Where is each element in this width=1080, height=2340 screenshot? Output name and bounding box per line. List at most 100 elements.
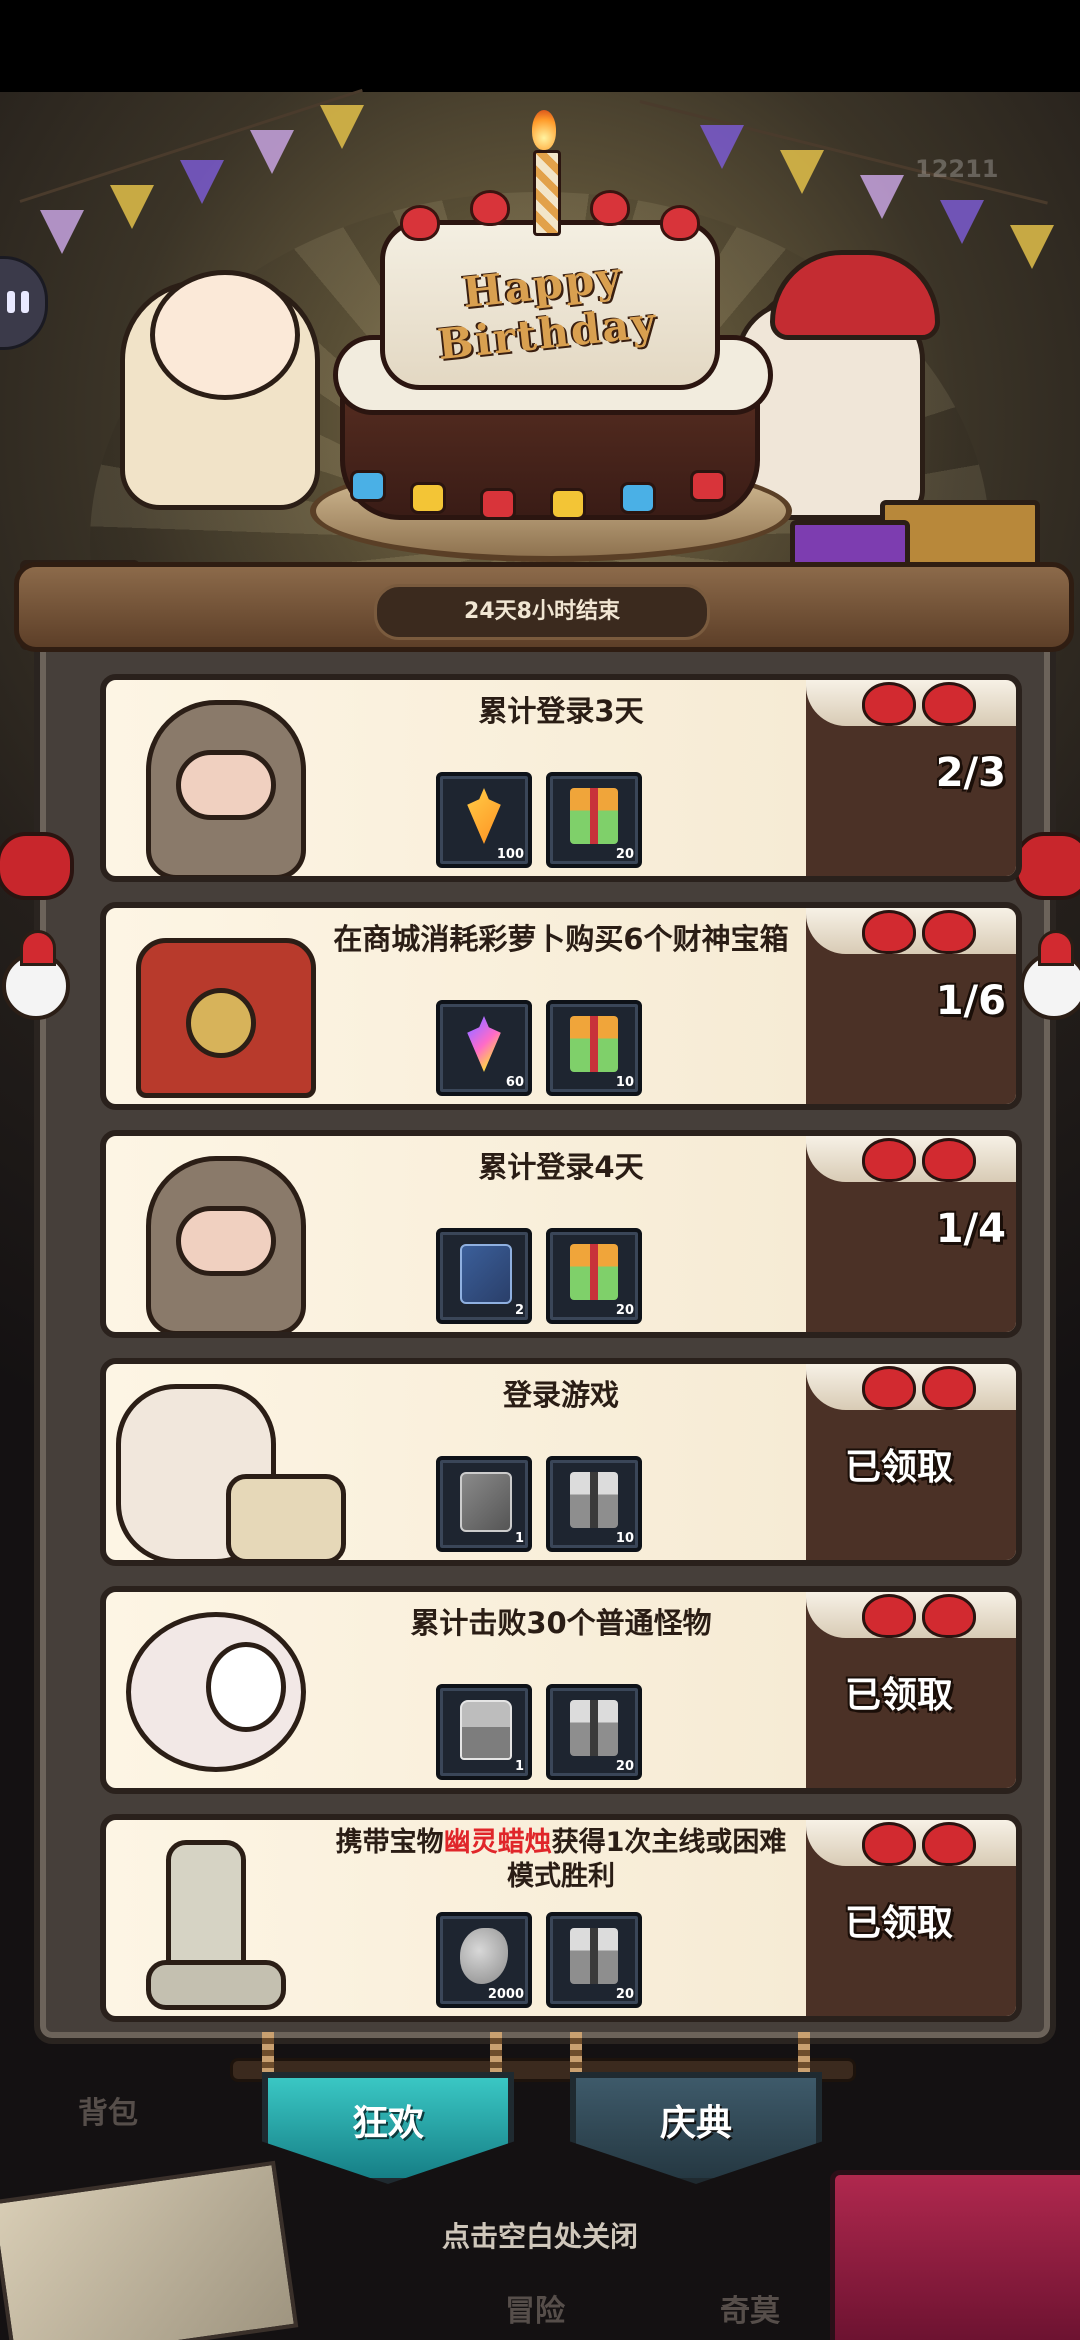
task-row[interactable]: 累计登录4天 2 20 1/4	[100, 1130, 1022, 1338]
gift-box-icon	[570, 1016, 618, 1072]
reward-slot[interactable]: 2000	[436, 1912, 532, 2008]
rainbow-carrot-icon	[467, 1016, 501, 1072]
reward-list: 60 10	[436, 1000, 646, 1096]
bow-icon	[1014, 832, 1080, 900]
bunting-flag	[110, 185, 154, 229]
candy-gem-icon	[620, 482, 656, 514]
event-screen: 12211 Happy Birthday 24天8小时结束 累计登录3天 100…	[0, 0, 1080, 2340]
grey-gift-box-icon	[570, 1472, 618, 1528]
silver-chest-icon	[460, 1700, 512, 1760]
reward-quantity: 20	[615, 847, 634, 862]
strawberry-icon	[922, 1822, 976, 1866]
reward-list: 2 20	[436, 1228, 646, 1324]
reward-slot[interactable]: 20	[546, 1684, 642, 1780]
task-row[interactable]: 累计登录3天 100 20 2/3	[100, 674, 1022, 882]
reward-slot[interactable]: 10	[546, 1456, 642, 1552]
eye-icon	[7, 291, 15, 313]
candy-gem-icon	[480, 488, 516, 520]
strawberry-icon	[470, 190, 510, 226]
art-shape	[226, 1474, 346, 1560]
task-title: 在商城消耗彩萝卜购买6个财神宝箱	[333, 922, 789, 956]
task-progress: 1/6	[935, 978, 1006, 1024]
birthday-cake: Happy Birthday	[310, 110, 792, 580]
reward-quantity: 20	[615, 1759, 634, 1774]
nav-bag[interactable]: 背包	[78, 2088, 138, 2132]
reward-quantity: 10	[615, 1531, 634, 1546]
grey-scroll-icon	[460, 1472, 512, 1532]
claimed-status: 已领取	[844, 1675, 953, 1716]
strawberry-icon	[922, 1138, 976, 1182]
task-title-text: 携带宝物	[335, 1827, 444, 1858]
task-progress: 2/3	[935, 750, 1006, 796]
bunting-flag	[40, 210, 84, 254]
blue-scroll-icon	[460, 1244, 512, 1304]
reward-quantity: 20	[615, 1303, 634, 1318]
reward-list: 1 20	[436, 1684, 646, 1780]
candle-icon	[533, 150, 561, 236]
bunting-flag	[780, 150, 824, 194]
flame-icon	[532, 110, 556, 150]
reward-slot[interactable]: 100	[436, 772, 532, 868]
reward-slot[interactable]: 60	[436, 1000, 532, 1096]
reward-slot[interactable]: 20	[546, 1228, 642, 1324]
strawberry-icon	[862, 910, 916, 954]
event-timer: 24天8小时结束	[374, 584, 710, 640]
candy-gem-icon	[350, 470, 386, 502]
event-panel: 24天8小时结束 累计登录3天 100 20 2/3 在商城消耗彩萝卜购买6个财神宝箱 6…	[0, 562, 1080, 2044]
reward-slot[interactable]: 1	[436, 1456, 532, 1552]
candy-gem-icon	[690, 470, 726, 502]
reward-slot[interactable]: 1	[436, 1684, 532, 1780]
reward-list: 2000 20	[436, 1912, 646, 2008]
bunting-flag	[940, 200, 984, 244]
carrot-icon	[467, 788, 501, 844]
art-shape	[146, 1960, 286, 2010]
claimed-status: 已领取	[844, 1903, 953, 1944]
strawberry-icon	[862, 1822, 916, 1866]
nav-wonder[interactable]: 奇莫	[720, 2286, 780, 2330]
task-row[interactable]: 携带宝物幽灵蜡烛获得1次主线或困难 模式胜利 2000 20 已领取	[100, 1814, 1022, 2022]
strawberry-icon	[862, 1138, 916, 1182]
strawberry-icon	[590, 190, 630, 226]
close-hint[interactable]: 点击空白处关闭	[340, 2215, 740, 2255]
strawberry-icon	[922, 682, 976, 726]
reward-quantity: 10	[615, 1075, 634, 1090]
sheep-character-head	[150, 270, 300, 400]
strawberry-icon	[922, 1366, 976, 1410]
strawberry-icon	[660, 205, 700, 241]
reward-slot[interactable]: 20	[546, 772, 642, 868]
bow-icon	[0, 832, 74, 900]
claimed-status: 已领取	[844, 1447, 953, 1488]
bunting-flag	[250, 130, 294, 174]
task-title-text: 获得1次主线或困难	[551, 1827, 787, 1858]
reward-quantity: 1	[514, 1531, 524, 1546]
snowman-icon	[2, 930, 70, 1020]
task-progress: 1/4	[935, 1206, 1006, 1252]
strawberry-icon	[862, 1366, 916, 1410]
reward-slot[interactable]: 2	[436, 1228, 532, 1324]
art-shape	[206, 1642, 286, 1732]
reward-list: 1 10	[436, 1456, 646, 1552]
task-row[interactable]: 登录游戏 1 10 已领取	[100, 1358, 1022, 1566]
task-title: 登录游戏	[502, 1378, 619, 1412]
left-ornament	[0, 692, 74, 1020]
task-row[interactable]: 在商城消耗彩萝卜购买6个财神宝箱 60 10 1/6	[100, 902, 1022, 1110]
bunting-flag	[180, 160, 224, 204]
reward-list: 100 20	[436, 772, 646, 868]
bunting-flag	[860, 175, 904, 219]
reward-slot[interactable]: 10	[546, 1000, 642, 1096]
reward-quantity: 20	[615, 1987, 634, 2002]
candy-gem-icon	[410, 482, 446, 514]
task-title: 携带宝物幽灵蜡烛获得1次主线或困难 模式胜利	[271, 1826, 851, 1894]
task-title: 累计登录4天	[478, 1150, 644, 1184]
task-row[interactable]: 累计击败30个普通怪物 1 20 已领取	[100, 1586, 1022, 1794]
status-bar	[0, 0, 1080, 92]
strawberry-icon	[400, 205, 440, 241]
nav-adventure[interactable]: 冒险	[505, 2286, 565, 2330]
grey-gift-box-icon	[570, 1700, 618, 1756]
art-shape	[176, 750, 276, 820]
art-shape	[186, 988, 256, 1058]
strawberry-icon	[862, 682, 916, 726]
reward-quantity: 2	[514, 1303, 524, 1318]
reward-slot[interactable]: 20	[546, 1912, 642, 2008]
strawberry-icon	[922, 910, 976, 954]
